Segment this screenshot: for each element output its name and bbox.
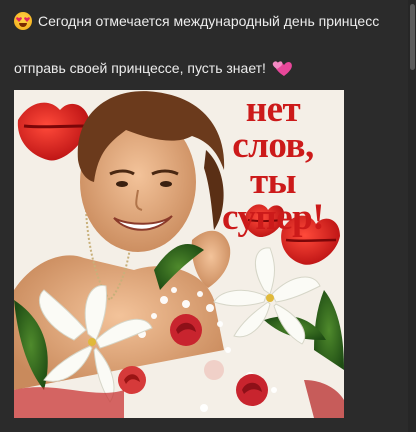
- scrollbar-track[interactable]: [408, 0, 416, 432]
- caption-line: нет: [245, 90, 301, 130]
- caption-line: слов,: [232, 125, 314, 166]
- heart-eyes-emoji-icon: [14, 12, 32, 30]
- caption-line: супер!: [221, 197, 325, 238]
- message-line-2: отправь своей принцессе, пусть знает!: [14, 59, 293, 77]
- message-text-1: Сегодня отмечается международный день пр…: [38, 13, 380, 29]
- revolving-hearts-icon: [271, 59, 293, 77]
- message-line-1: Сегодня отмечается международный день пр…: [14, 12, 379, 30]
- message-post: Сегодня отмечается международный день пр…: [0, 0, 416, 432]
- meme-caption: нет слов, ты супер!: [208, 90, 338, 238]
- caption-line: ты: [249, 161, 297, 202]
- princess-meme-image[interactable]: нет слов, ты супер!: [14, 90, 344, 418]
- scrollbar-thumb[interactable]: [410, 4, 415, 70]
- message-text-2: отправь своей принцессе, пусть знает!: [14, 60, 266, 76]
